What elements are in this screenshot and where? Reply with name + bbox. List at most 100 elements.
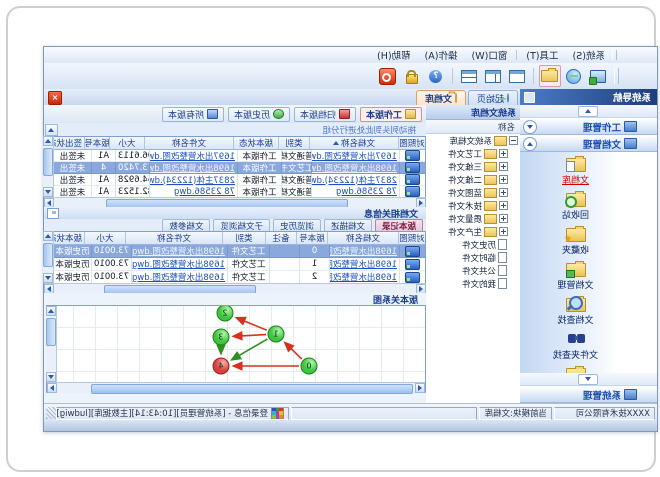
nav-scroll-up[interactable] (520, 105, 657, 118)
document-link[interactable]: 1698出水管整改图.dwg (329, 258, 397, 270)
tree-row[interactable]: 技术文件 (426, 199, 520, 212)
tab-起始页[interactable]: 起始页 (468, 90, 518, 105)
detail-tab-文档参数[interactable]: 文档参数 (162, 219, 210, 231)
tree-expander-plus[interactable] (499, 201, 508, 210)
collapse-panel-button[interactable] (47, 208, 59, 219)
versions-grid-vscrollbar[interactable] (43, 231, 54, 283)
document-link[interactable]: 1698出水管整改图.dwg (329, 271, 397, 283)
document-link[interactable]: 1698出水管整改图.dwg (132, 245, 225, 257)
computer-button[interactable] (587, 65, 609, 87)
tree-row[interactable]: 蓝图文件 (426, 186, 520, 199)
scroll-up-button[interactable] (43, 136, 53, 146)
chevron-up-icon[interactable] (523, 137, 537, 151)
compare-image-icon[interactable] (405, 246, 420, 257)
nav-section-工作管理[interactable]: 工作管理 (520, 118, 657, 135)
window-tile-button[interactable] (458, 65, 480, 87)
scroll-up-button[interactable] (46, 306, 56, 316)
document-link[interactable]: 1698出水管整改图.dwg (311, 162, 397, 174)
compare-image-icon[interactable] (405, 174, 420, 185)
column-header-大小[interactable]: 大小 (109, 137, 144, 150)
table-row[interactable]: 2837主体(12234).dwg普通文档工作版本2837主体(12234).d… (53, 174, 425, 186)
documents-folder-button[interactable] (539, 65, 561, 87)
column-header-版本号[interactable]: 版本号 (296, 232, 327, 245)
column-header-文件名称[interactable]: 文件名称 (144, 137, 233, 150)
table-row[interactable]: 1698出水管整改图.dwg0工艺文件1698出水管整改图.dwg73.0010… (53, 245, 425, 258)
column-header-大小[interactable]: 大小 (84, 232, 125, 245)
menu-item-1[interactable]: 系统(S) (566, 48, 612, 62)
documents-grid-vscrollbar[interactable] (43, 136, 54, 197)
globe-button[interactable] (563, 65, 585, 87)
detail-tab-版本记录[interactable]: 版本记录 (375, 219, 423, 231)
nav-section-文档管理[interactable]: 文档管理 (520, 135, 657, 152)
document-link[interactable]: 2837主体(12234).dwg (311, 174, 397, 186)
version-button-工作版本[interactable]: 工作版本 (360, 107, 422, 122)
tree-row[interactable]: 质量文件 (426, 212, 520, 225)
compare-image-icon[interactable] (405, 186, 420, 197)
tree-row[interactable]: 工艺文件 (426, 147, 520, 160)
sidebar-item-文档库[interactable]: 文档库 (562, 156, 589, 186)
column-header-类别[interactable]: 类别 (222, 232, 265, 245)
table-row[interactable]: 1698出水管整改图.dwg工艺文书工作版本1698出水管整改图.dwg73.7… (53, 162, 425, 174)
column-header-备注[interactable]: 备注 (265, 232, 296, 245)
palette-icon[interactable] (271, 407, 284, 420)
tree-row[interactable]: 三维文件 (426, 160, 520, 173)
scroll-thumb[interactable] (46, 318, 56, 346)
tree-expander-plus[interactable] (499, 214, 508, 223)
sidebar-item-文件夹查找[interactable]: 文件夹查找 (553, 331, 598, 361)
menu-item-4[interactable]: 操作(A) (418, 48, 465, 62)
menubar-grip[interactable] (612, 50, 617, 60)
compare-image-icon[interactable] (405, 259, 420, 270)
scroll-down-button[interactable] (43, 187, 53, 197)
nav-section-system[interactable]: 系统管理 (520, 386, 657, 403)
sidebar-item-文档查找[interactable]: 文档查找 (558, 296, 594, 326)
scroll-right-button[interactable] (47, 383, 57, 393)
scroll-thumb[interactable] (43, 148, 53, 176)
tree-expander-plus[interactable] (499, 188, 508, 197)
close-tab-button[interactable]: × (48, 91, 62, 105)
sidebar-item-回收站[interactable]: 回收站 (562, 191, 589, 221)
chevron-down-icon[interactable] (523, 120, 537, 134)
column-header-对照图[interactable]: 对照图 (398, 137, 425, 150)
tree-row[interactable]: 公共文件 (426, 264, 520, 277)
version-graph-plot[interactable]: 01234 (57, 306, 425, 382)
tree-column-header[interactable]: 名称 (426, 120, 520, 134)
document-link[interactable]: 78 23586.dwg (336, 187, 397, 197)
toolbar-grip[interactable] (614, 68, 619, 84)
graph-vscrollbar[interactable] (46, 306, 57, 382)
column-header-类别[interactable]: 类别 (278, 137, 309, 150)
sidebar-item-文档管理[interactable]: 文档管理 (558, 261, 594, 291)
exit-button[interactable] (377, 65, 399, 87)
document-link[interactable]: 1698出水管整改图.dwg (132, 271, 225, 283)
document-link[interactable]: 1697出水管整改图.dwg (311, 150, 397, 162)
column-header-签出状态[interactable]: 签出状态 (52, 137, 84, 150)
version-button-归档版本[interactable]: 归档版本 (294, 107, 356, 122)
pushpin-icon[interactable] (524, 92, 535, 103)
scroll-up-button[interactable] (43, 231, 53, 241)
tab-文档库[interactable]: 文档库 (416, 90, 466, 105)
document-link[interactable]: 1698出水管整改图.dwg (132, 258, 225, 270)
column-header-对照图[interactable]: 对照图 (398, 232, 425, 245)
scroll-thumb[interactable] (91, 384, 413, 394)
column-header-文档名称[interactable]: 文档名称 (309, 137, 398, 150)
window-split-button[interactable] (482, 65, 504, 87)
tree-expander-plus[interactable] (499, 162, 508, 171)
collapse-band-button[interactable] (45, 124, 58, 136)
version-button-历史版本[interactable]: 历史版本 (228, 107, 290, 122)
version-button-所有版本[interactable]: 所有版本 (162, 107, 224, 122)
sidebar-item-收藏夹[interactable]: ★收藏夹 (562, 226, 589, 256)
resize-grip[interactable] (46, 407, 56, 419)
tree-expander-plus[interactable] (499, 175, 508, 184)
document-link[interactable]: 2837主体(12234).dwg (149, 174, 235, 186)
tree-row[interactable]: 生产文件 (426, 225, 520, 238)
scroll-thumb[interactable] (43, 243, 53, 267)
column-header-版本号[interactable]: 版本号 (84, 137, 109, 150)
menu-item-2[interactable]: 工具(T) (519, 48, 565, 62)
menu-item-5[interactable]: 帮助(H) (370, 48, 418, 62)
tree-row-root[interactable]: 系统文档库 (426, 134, 520, 147)
scroll-track[interactable] (57, 383, 415, 393)
tree-row[interactable]: 二维文件 (426, 173, 520, 186)
tree-expander-plus[interactable] (499, 149, 508, 158)
tree-row[interactable]: 我的文件 (426, 277, 520, 290)
group-by-band[interactable]: 拖动列头到此处进行分组 (44, 123, 426, 137)
compare-image-icon[interactable] (405, 162, 420, 173)
